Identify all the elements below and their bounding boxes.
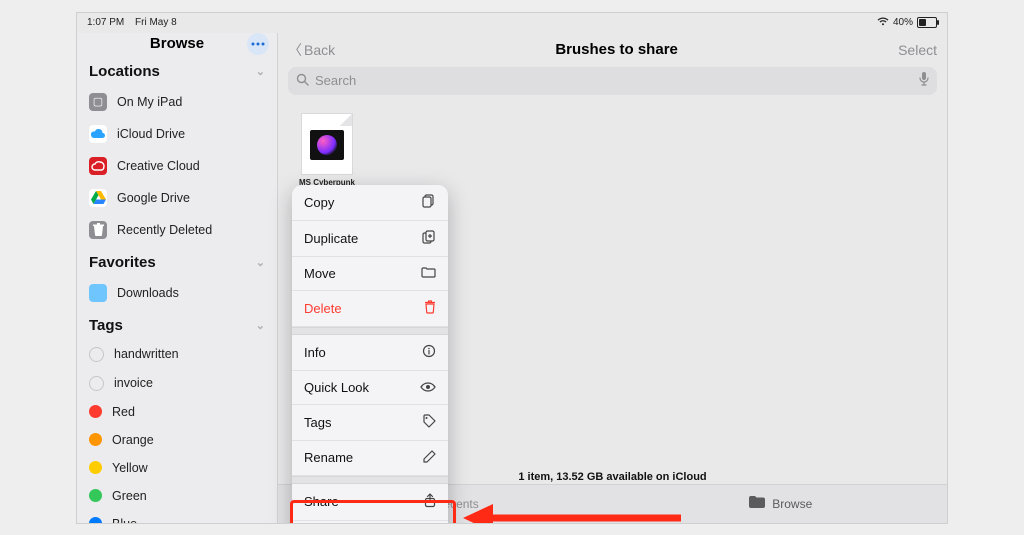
annotation-arrow (463, 500, 683, 524)
status-battery: 40% (877, 17, 937, 29)
tag-dot (89, 461, 102, 474)
tag-dot (89, 376, 104, 391)
search-placeholder: Search (315, 73, 356, 88)
search-icon (296, 73, 309, 89)
eye-icon (420, 380, 436, 395)
sidebar-item-label: Creative Cloud (117, 159, 200, 173)
sidebar-item-downloads[interactable]: Downloads (77, 277, 277, 309)
content-area: 〈 Back Brushes to share Select Search (278, 33, 947, 523)
sidebar-item-label: invoice (114, 376, 153, 390)
tag-dot (89, 405, 102, 418)
menu-item-info[interactable]: Info (292, 335, 448, 371)
sidebar-item-label: iCloud Drive (117, 127, 185, 141)
sidebar-tag-invoice[interactable]: invoice (77, 369, 277, 398)
sidebar-tag-blue[interactable]: Blue (77, 510, 277, 524)
sidebar-item-label: handwritten (114, 347, 179, 361)
sidebar-item-label: Green (112, 489, 147, 503)
tab-browse[interactable]: Browse (748, 495, 812, 512)
annotation-highlight (290, 500, 456, 524)
tag-dot (89, 347, 104, 362)
storage-status: 1 item, 13.52 GB available on iCloud (278, 471, 947, 483)
tag-dot (89, 517, 102, 524)
ipad-screen: 1:07 PM Fri May 8 40% Browse (76, 12, 948, 524)
tag-dot (89, 489, 102, 502)
copy-icon (422, 194, 436, 211)
sidebar-item-on-my-ipad[interactable]: ▢ On My iPad (77, 86, 277, 118)
sidebar-item-recently-deleted[interactable]: Recently Deleted (77, 214, 277, 246)
sidebar-item-label: Red (112, 405, 135, 419)
favorites-header[interactable]: Favorites ⌄ (77, 246, 277, 277)
locations-header[interactable]: Locations ⌄ (77, 55, 277, 86)
pencil-icon (423, 450, 436, 466)
menu-item-tags[interactable]: Tags (292, 405, 448, 441)
select-button[interactable]: Select (898, 42, 937, 58)
sidebar-item-icloud[interactable]: iCloud Drive (77, 118, 277, 150)
tag-icon (422, 414, 436, 431)
menu-item-delete[interactable]: Delete (292, 291, 448, 327)
folder-icon (421, 266, 436, 281)
sidebar-item-label: Google Drive (117, 191, 190, 205)
chevron-left-icon: 〈 (288, 40, 302, 60)
menu-item-copy[interactable]: Copy (292, 185, 448, 221)
brush-icon (317, 135, 337, 155)
folder-icon (748, 495, 766, 512)
more-button[interactable] (247, 33, 269, 55)
folder-icon (89, 284, 107, 302)
wifi-icon (877, 17, 889, 29)
trash-icon (424, 300, 436, 317)
chevron-down-icon: ⌄ (256, 65, 265, 78)
sidebar-tag-red[interactable]: Red (77, 398, 277, 426)
menu-item-move[interactable]: Move (292, 257, 448, 291)
sidebar-item-label: Recently Deleted (117, 223, 212, 237)
sidebar-tag-orange[interactable]: Orange (77, 426, 277, 454)
back-button[interactable]: 〈 Back (288, 40, 335, 60)
sidebar-tag-yellow[interactable]: Yellow (77, 454, 277, 482)
page-title: Brushes to share (555, 41, 678, 58)
tags-list: handwritten invoice Red Orange Yellow Gr… (77, 340, 277, 524)
sidebar-item-label: Blue (112, 517, 137, 524)
duplicate-icon (422, 230, 436, 247)
status-date: Fri May 8 (135, 17, 177, 28)
sidebar: Browse Locations ⌄ ▢ On My iPad (77, 33, 278, 523)
chevron-down-icon: ⌄ (256, 319, 265, 332)
sidebar-item-label: Downloads (117, 286, 179, 300)
status-bar: 1:07 PM Fri May 8 40% (77, 13, 947, 33)
sidebar-item-label: On My iPad (117, 95, 182, 109)
search-input[interactable]: Search (288, 67, 937, 95)
microphone-icon[interactable] (919, 72, 929, 89)
ipad-icon: ▢ (89, 93, 107, 111)
sidebar-item-creative-cloud[interactable]: Creative Cloud (77, 150, 277, 182)
sidebar-tag-green[interactable]: Green (77, 482, 277, 510)
menu-item-duplicate[interactable]: Duplicate (292, 221, 448, 257)
menu-separator (292, 327, 448, 335)
menu-item-quick-look[interactable]: Quick Look (292, 371, 448, 405)
google-drive-icon (89, 189, 107, 207)
sidebar-item-label: Orange (112, 433, 154, 447)
status-time: 1:07 PM (87, 17, 124, 28)
sidebar-item-label: Yellow (112, 461, 148, 475)
info-icon (422, 344, 436, 361)
sidebar-tag-handwritten[interactable]: handwritten (77, 340, 277, 369)
battery-icon (917, 17, 937, 28)
file-thumbnail (301, 113, 353, 175)
sidebar-item-google-drive[interactable]: Google Drive (77, 182, 277, 214)
trash-icon (89, 221, 107, 239)
tags-header[interactable]: Tags ⌄ (77, 309, 277, 340)
creative-cloud-icon (89, 157, 107, 175)
cloud-icon (89, 125, 107, 143)
tag-dot (89, 433, 102, 446)
chevron-down-icon: ⌄ (256, 256, 265, 269)
